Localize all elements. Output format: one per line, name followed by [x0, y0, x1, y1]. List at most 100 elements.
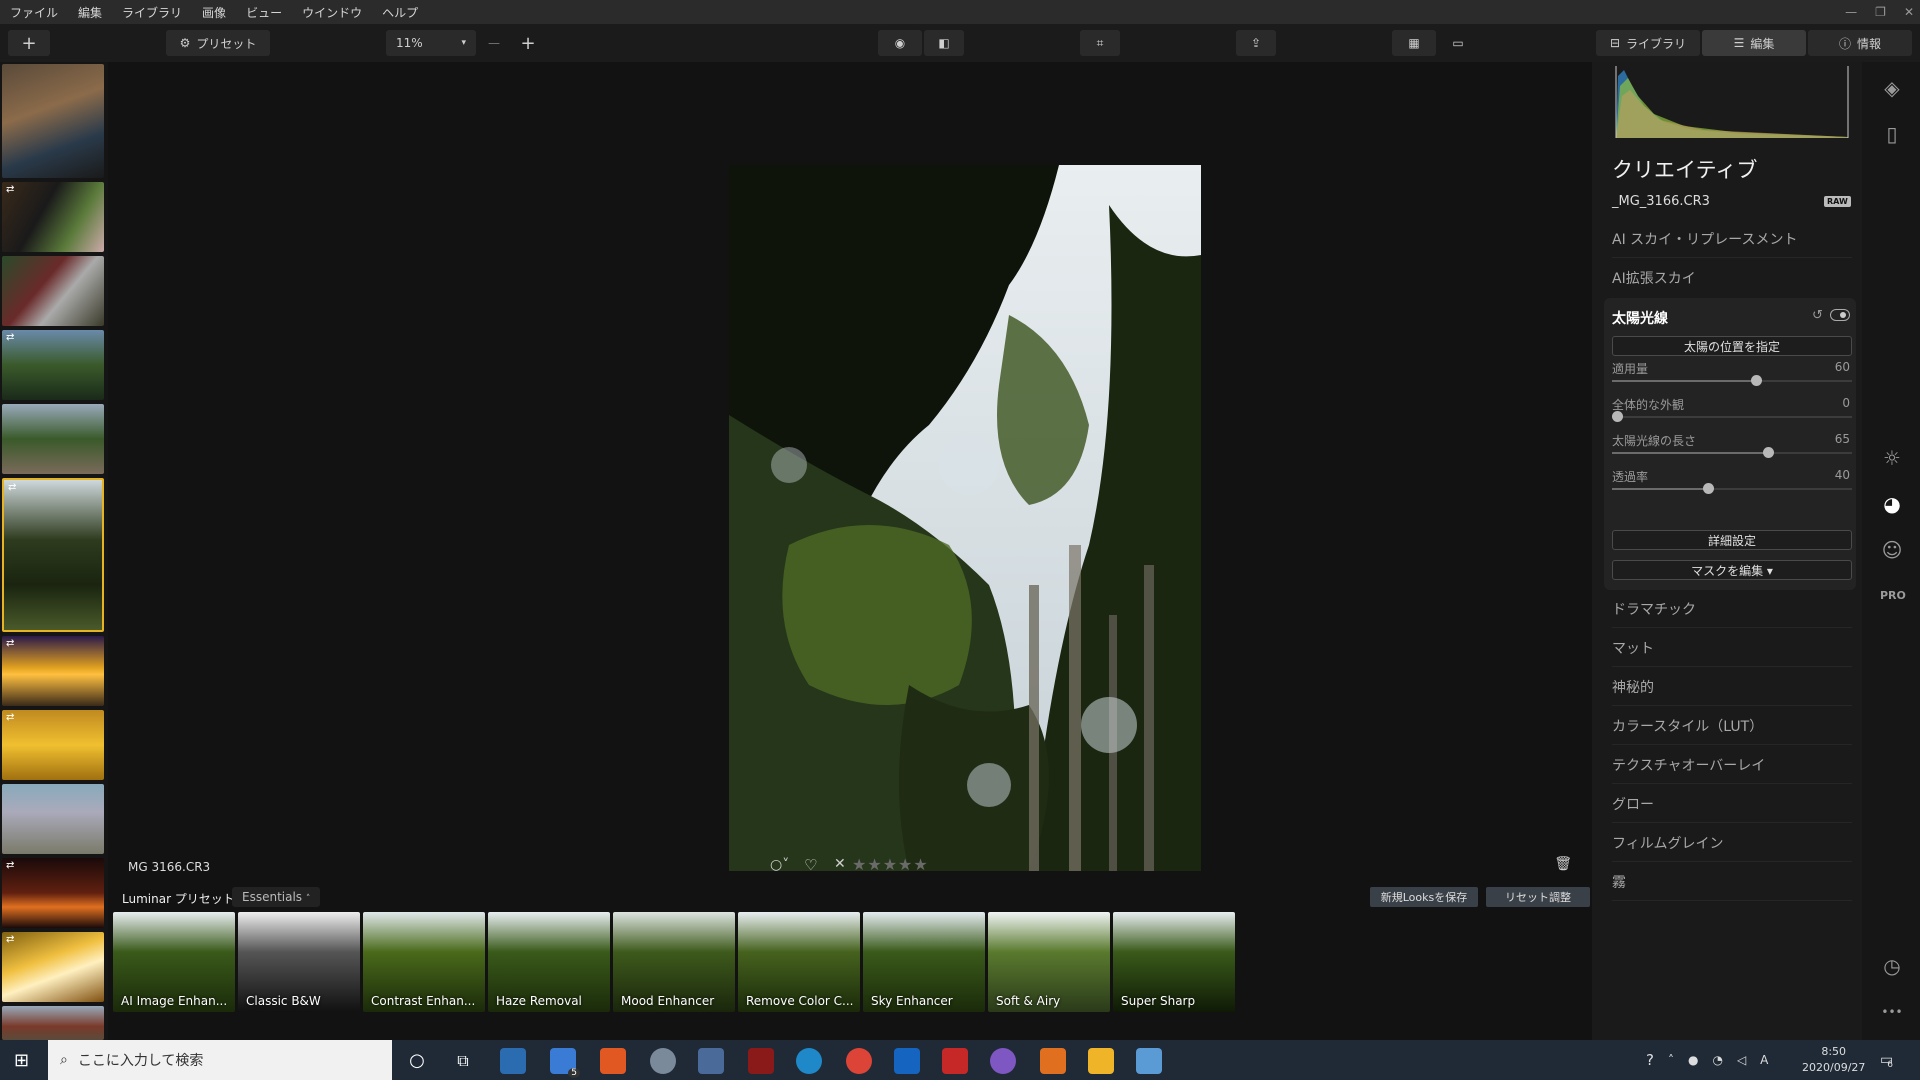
preset-tile[interactable]: Mood Enhancer: [613, 912, 735, 1012]
add-photos-button[interactable]: +: [8, 30, 50, 56]
tool-color-style-lut[interactable]: カラースタイル（LUT）: [1612, 707, 1852, 745]
app-icon[interactable]: [650, 1048, 676, 1074]
tab-edit[interactable]: ☰ 編集: [1702, 30, 1806, 56]
edge-icon[interactable]: [796, 1048, 822, 1074]
thumbnail[interactable]: [2, 784, 104, 854]
slider-handle[interactable]: [1751, 375, 1762, 386]
app-tray-icon[interactable]: ●: [1688, 1053, 1698, 1067]
thumbnail[interactable]: ⇄: [2, 932, 104, 1002]
essentials-sun-icon[interactable]: ☼: [1880, 446, 1904, 470]
slider-track[interactable]: [1612, 416, 1852, 418]
preset-tile[interactable]: Classic B&W: [238, 912, 360, 1012]
crop-button[interactable]: ⌗: [1080, 30, 1120, 56]
tool-ai-sky-replacement[interactable]: AI スカイ・リプレースメント: [1612, 220, 1852, 258]
share-button[interactable]: ⇪: [1236, 30, 1276, 56]
color-label-button[interactable]: ○˅: [770, 857, 789, 873]
preset-tile[interactable]: Contrast Enhan...: [363, 912, 485, 1012]
task-view-icon[interactable]: ⧉: [450, 1048, 476, 1074]
heart-icon[interactable]: ♡: [804, 856, 817, 874]
calculator-icon[interactable]: [698, 1048, 724, 1074]
zoom-select[interactable]: 11% ▾: [386, 30, 476, 56]
thumbnail-selected[interactable]: ⇄: [2, 478, 104, 632]
zoom-out-button[interactable]: —: [482, 30, 506, 56]
network-icon[interactable]: ◔: [1712, 1053, 1722, 1067]
taskbar-search-box[interactable]: ⌕ ここに入力して検索: [48, 1040, 392, 1080]
thumbnail[interactable]: [2, 1006, 104, 1040]
creative-palette-icon[interactable]: ◕: [1880, 492, 1904, 516]
preview-eye-button[interactable]: ◉: [878, 30, 922, 56]
tool-texture-overlay[interactable]: テクスチャオーバーレイ: [1612, 746, 1852, 784]
portrait-face-icon[interactable]: ☺: [1880, 538, 1904, 562]
tool-dramatic[interactable]: ドラマチック: [1612, 590, 1852, 628]
tool-ai-augmented-sky[interactable]: AI拡張スカイ: [1612, 259, 1852, 297]
presets-button[interactable]: ⚙ プリセット: [166, 30, 270, 56]
office-icon[interactable]: [600, 1048, 626, 1074]
tool-glow[interactable]: グロー: [1612, 785, 1852, 823]
slider-handle[interactable]: [1612, 411, 1623, 422]
store-icon[interactable]: [500, 1048, 526, 1074]
thumbnail[interactable]: ⇄: [2, 710, 104, 780]
file-explorer-icon[interactable]: [1088, 1048, 1114, 1074]
layers-icon[interactable]: ◈: [1880, 76, 1904, 100]
advanced-settings-button[interactable]: 詳細設定: [1612, 530, 1852, 550]
reset-adjustments-button[interactable]: リセット調整: [1486, 887, 1590, 907]
restore-icon[interactable]: ❐: [1875, 5, 1886, 19]
star-rating[interactable]: ★★★★★: [852, 855, 929, 874]
canvas-tools-icon[interactable]: ▯: [1880, 122, 1904, 146]
compare-button[interactable]: ◧: [924, 30, 964, 56]
zoom-in-button[interactable]: +: [514, 30, 542, 56]
tool-matte[interactable]: マット: [1612, 629, 1852, 667]
reject-button[interactable]: ✕: [834, 856, 846, 872]
minimize-icon[interactable]: —: [1845, 5, 1857, 19]
menu-window[interactable]: ウインドウ: [292, 4, 372, 21]
chrome-icon[interactable]: [846, 1048, 872, 1074]
more-icon[interactable]: •••: [1880, 1000, 1904, 1024]
preset-tile[interactable]: Remove Color C...: [738, 912, 860, 1012]
thumbnail[interactable]: ⇄: [2, 182, 104, 252]
preset-tile[interactable]: Super Sharp: [1113, 912, 1235, 1012]
save-looks-button[interactable]: 新規Looksを保存: [1370, 887, 1478, 907]
main-photo[interactable]: [729, 165, 1201, 871]
single-view-button[interactable]: ▭: [1438, 30, 1478, 56]
tab-library[interactable]: ⊟ ライブラリ: [1596, 30, 1700, 56]
app-icon[interactable]: [942, 1048, 968, 1074]
slider-handle[interactable]: [1703, 483, 1714, 494]
clock[interactable]: 8:50 2020/09/27: [1802, 1040, 1865, 1080]
ime-indicator[interactable]: A: [1760, 1053, 1768, 1067]
thumbnail[interactable]: [2, 64, 104, 178]
preset-category-select[interactable]: Essentials ˄: [232, 887, 321, 907]
thumbnail[interactable]: ⇄: [2, 330, 104, 400]
app-icon[interactable]: [748, 1048, 774, 1074]
menu-file[interactable]: ファイル: [0, 4, 68, 21]
volume-icon[interactable]: ◁: [1737, 1053, 1746, 1067]
preset-tile[interactable]: Soft & Airy: [988, 912, 1110, 1012]
history-clock-icon[interactable]: ◷: [1880, 954, 1904, 978]
slider-penetration[interactable]: 透過率 40: [1612, 468, 1852, 498]
tool-film-grain[interactable]: フィルムグレイン: [1612, 824, 1852, 862]
thumbnail[interactable]: ⇄: [2, 636, 104, 706]
menu-view[interactable]: ビュー: [236, 4, 292, 21]
preset-tile[interactable]: Haze Removal: [488, 912, 610, 1012]
pro-tools-icon[interactable]: PRO: [1880, 584, 1906, 608]
luminar-icon[interactable]: [1040, 1048, 1066, 1074]
app-icon[interactable]: [894, 1048, 920, 1074]
menu-help[interactable]: ヘルプ: [372, 4, 428, 21]
chevron-up-icon[interactable]: ˄: [1668, 1053, 1674, 1067]
thumbnail[interactable]: [2, 404, 104, 474]
help-icon[interactable]: ?: [1646, 1051, 1654, 1069]
close-icon[interactable]: ✕: [1904, 5, 1914, 19]
app-icon[interactable]: [990, 1048, 1016, 1074]
edit-mask-button[interactable]: マスクを編集 ▾: [1612, 560, 1852, 580]
tool-mystical[interactable]: 神秘的: [1612, 668, 1852, 706]
notification-center-icon[interactable]: ▭ 6: [1880, 1040, 1893, 1080]
image-canvas[interactable]: [112, 62, 1592, 871]
slider-ray-length[interactable]: 太陽光線の長さ 65: [1612, 432, 1852, 462]
menu-library[interactable]: ライブラリ: [112, 4, 192, 21]
app-icon[interactable]: [1136, 1048, 1162, 1074]
visibility-toggle-icon[interactable]: [1830, 309, 1850, 321]
preset-tile[interactable]: AI Image Enhan...: [113, 912, 235, 1012]
preset-tile[interactable]: Sky Enhancer: [863, 912, 985, 1012]
slider-handle[interactable]: [1763, 447, 1774, 458]
menu-edit[interactable]: 編集: [68, 4, 112, 21]
place-sun-button[interactable]: 太陽の位置を指定: [1612, 336, 1852, 356]
